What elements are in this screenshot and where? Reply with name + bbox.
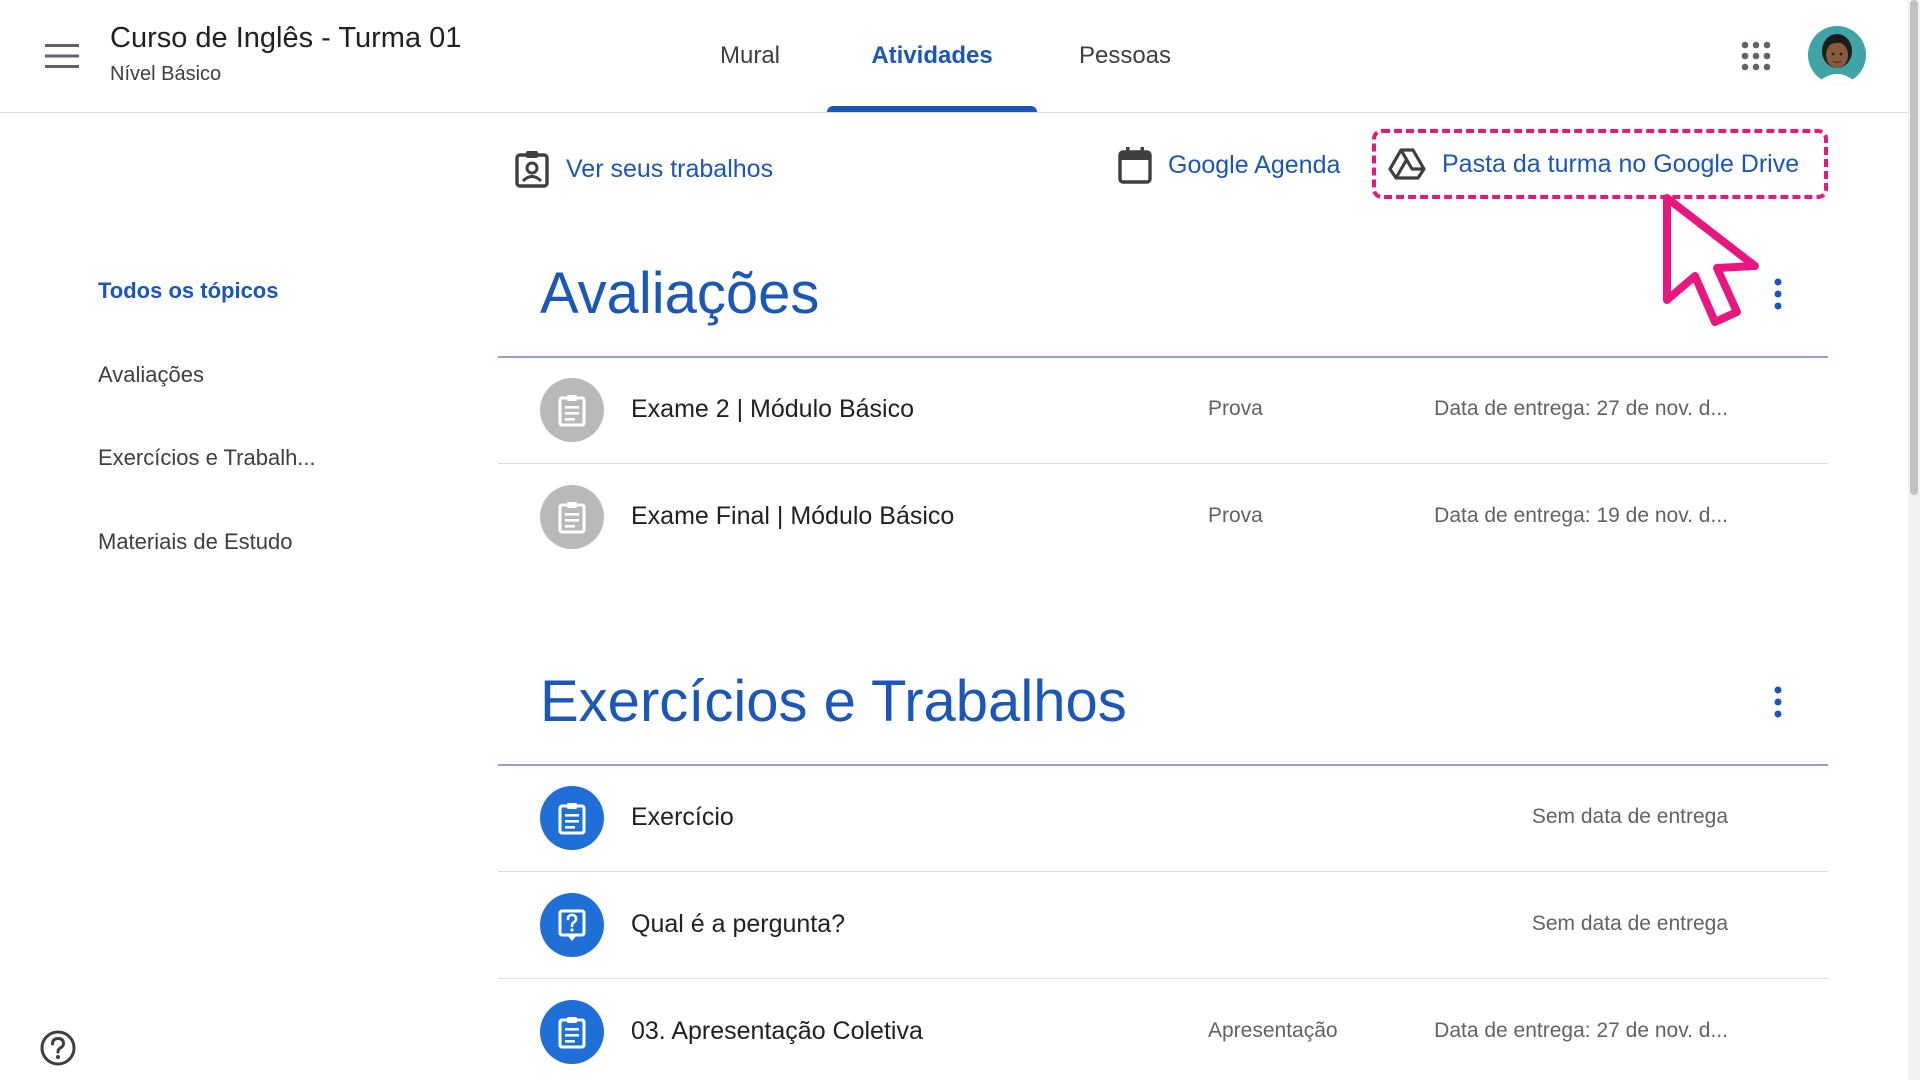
calendar-icon: [1118, 147, 1152, 184]
scrollbar-thumb[interactable]: [1910, 0, 1918, 495]
active-tab-indicator: [827, 106, 1037, 112]
more-vert-icon: [1774, 686, 1782, 718]
list-item[interactable]: Exercício Sem data de entrega: [498, 765, 1828, 871]
item-title: 03. Apresentação Coletiva: [631, 1017, 923, 1045]
item-title: Exercício: [631, 803, 734, 831]
item-type: Apresentação: [1208, 1019, 1338, 1042]
avatar[interactable]: [1808, 26, 1866, 84]
section-title-exercicios: Exercícios e Trabalhos: [540, 669, 1127, 734]
item-title: Exame Final | Módulo Básico: [631, 502, 955, 530]
list-item[interactable]: Exame 2 | Módulo Básico Prova Data de en…: [498, 357, 1828, 463]
class-subtitle: Nível Básico: [110, 63, 222, 85]
assignment-icon: [540, 786, 604, 850]
menu-icon: [45, 44, 79, 68]
help-icon: [40, 1030, 76, 1066]
main-menu-button[interactable]: [36, 30, 88, 82]
tab-atividades-label: Atividades: [871, 42, 993, 69]
tab-mural-label: Mural: [719, 42, 780, 69]
google-calendar-link[interactable]: Google Agenda: [1118, 146, 1340, 184]
item-type: Prova: [1208, 504, 1263, 527]
list-item[interactable]: Qual é a pergunta? Sem data de entrega: [498, 872, 1828, 978]
tab-pessoas-label: Pessoas: [1078, 42, 1172, 69]
tab-atividades[interactable]: Atividades: [827, 0, 1037, 112]
item-due-date: Data de entrega: 27 de nov. d...: [1434, 397, 1728, 420]
item-title: Qual é a pergunta?: [631, 910, 846, 938]
assignment-icon: [540, 485, 604, 549]
google-apps-button[interactable]: [1730, 30, 1782, 82]
apps-grid-icon: [1741, 41, 1771, 71]
tab-pessoas[interactable]: Pessoas: [1065, 0, 1185, 112]
sidebar-item-avaliacoes[interactable]: Avaliações: [98, 362, 204, 388]
sidebar-item-all-topics[interactable]: Todos os tópicos: [98, 278, 278, 304]
item-due-date: Sem data de entrega: [1531, 805, 1728, 828]
question-icon: [540, 893, 604, 957]
assignment-icon: [540, 378, 604, 442]
item-due-date: Sem data de entrega: [1531, 912, 1728, 935]
item-due-date: Data de entrega: 19 de nov. d...: [1434, 504, 1728, 527]
list-item[interactable]: 03. Apresentação Coletiva Apresentação D…: [498, 979, 1828, 1085]
item-type: Prova: [1208, 397, 1263, 420]
drive-icon: [1388, 148, 1426, 180]
section-title-avaliacoes: Avaliações: [540, 261, 820, 326]
class-drive-folder-label: Pasta da turma no Google Drive: [1442, 149, 1800, 178]
id-badge-icon: [515, 151, 549, 188]
help-button[interactable]: [38, 1028, 78, 1068]
tab-mural[interactable]: Mural: [690, 0, 810, 112]
avatar-image: [1808, 26, 1866, 84]
list-item[interactable]: Exame Final | Módulo Básico Prova Data d…: [498, 464, 1828, 570]
item-due-date: Data de entrega: 27 de nov. d...: [1434, 1019, 1728, 1042]
sidebar-item-exercicios[interactable]: Exercícios e Trabalh...: [98, 445, 316, 471]
sidebar-item-materiais[interactable]: Materiais de Estudo: [98, 529, 292, 555]
item-title: Exame 2 | Módulo Básico: [631, 395, 915, 423]
section-exercicios-more-button[interactable]: [1762, 678, 1794, 726]
google-calendar-label: Google Agenda: [1168, 150, 1341, 179]
assignment-icon: [540, 1000, 604, 1064]
class-title[interactable]: Curso de Inglês - Turma 01: [110, 22, 461, 55]
more-vert-icon: [1774, 278, 1782, 310]
view-your-work-link[interactable]: Ver seus trabalhos: [514, 150, 773, 188]
top-app-bar: Curso de Inglês - Turma 01 Nível Básico …: [0, 0, 1908, 113]
view-your-work-label: Ver seus trabalhos: [566, 154, 774, 183]
cursor-arrow-icon: [1663, 194, 1759, 326]
